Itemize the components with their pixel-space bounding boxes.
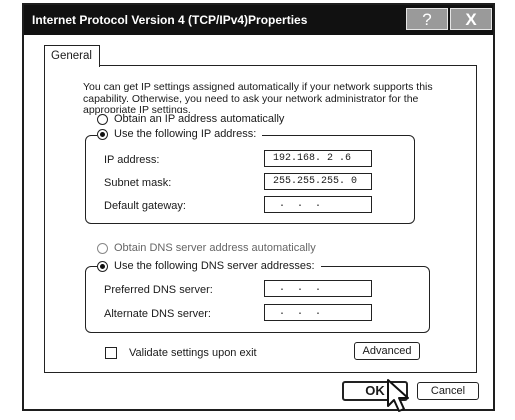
dns-auto-radio[interactable]: [97, 242, 108, 254]
dns-manual-option[interactable]: Use the following DNS server addresses:: [97, 260, 321, 272]
ip-manual-option[interactable]: Use the following IP address:: [97, 128, 263, 140]
cancel-button[interactable]: Cancel: [417, 382, 479, 400]
tab-general[interactable]: General: [44, 45, 100, 67]
radio-selected-dot: [100, 263, 105, 269]
dns-auto-option[interactable]: Obtain DNS server address automatically: [97, 242, 322, 254]
default-gateway-label: Default gateway:: [104, 200, 186, 212]
radio-selected-dot: [100, 131, 105, 137]
ip-address-field[interactable]: 192.168. 2 .6: [264, 150, 372, 167]
alternate-dns-label: Alternate DNS server:: [104, 308, 211, 320]
ip-auto-radio[interactable]: [97, 113, 108, 125]
alternate-dns-field[interactable]: . . .: [264, 304, 372, 321]
advanced-button[interactable]: Advanced: [354, 342, 420, 360]
ip-address-label: IP address:: [104, 154, 160, 166]
preferred-dns-label: Preferred DNS server:: [104, 284, 213, 296]
dns-manual-radio[interactable]: [97, 260, 108, 272]
dns-manual-label: Use the following DNS server addresses:: [114, 260, 315, 272]
ip-auto-option[interactable]: Obtain an IP address automatically: [97, 113, 291, 125]
ip-manual-label: Use the following IP address:: [114, 128, 257, 140]
ip-auto-label: Obtain an IP address automatically: [114, 113, 285, 125]
help-button[interactable]: ?: [406, 8, 448, 30]
ip-manual-radio[interactable]: [97, 128, 108, 140]
dns-server-group: [85, 266, 430, 333]
tcpip-properties-dialog: Internet Protocol Version 4 (TCP/IPv4)Pr…: [22, 3, 495, 411]
general-panel: You can get IP settings assigned automat…: [44, 65, 477, 373]
default-gateway-field[interactable]: . . .: [264, 196, 372, 213]
subnet-mask-field[interactable]: 255.255.255. 0: [264, 173, 372, 190]
intro-text: You can get IP settings assigned automat…: [83, 81, 433, 116]
window-title: Internet Protocol Version 4 (TCP/IPv4)Pr…: [32, 13, 308, 27]
validate-label: Validate settings upon exit: [129, 347, 257, 359]
dns-auto-label: Obtain DNS server address automatically: [114, 242, 316, 254]
validate-checkbox[interactable]: [105, 347, 117, 359]
close-button[interactable]: X: [450, 8, 492, 30]
preferred-dns-field[interactable]: . . .: [264, 280, 372, 297]
title-bar[interactable]: Internet Protocol Version 4 (TCP/IPv4)Pr…: [24, 5, 493, 35]
mouse-pointer-icon: [387, 379, 409, 412]
subnet-mask-label: Subnet mask:: [104, 177, 172, 189]
